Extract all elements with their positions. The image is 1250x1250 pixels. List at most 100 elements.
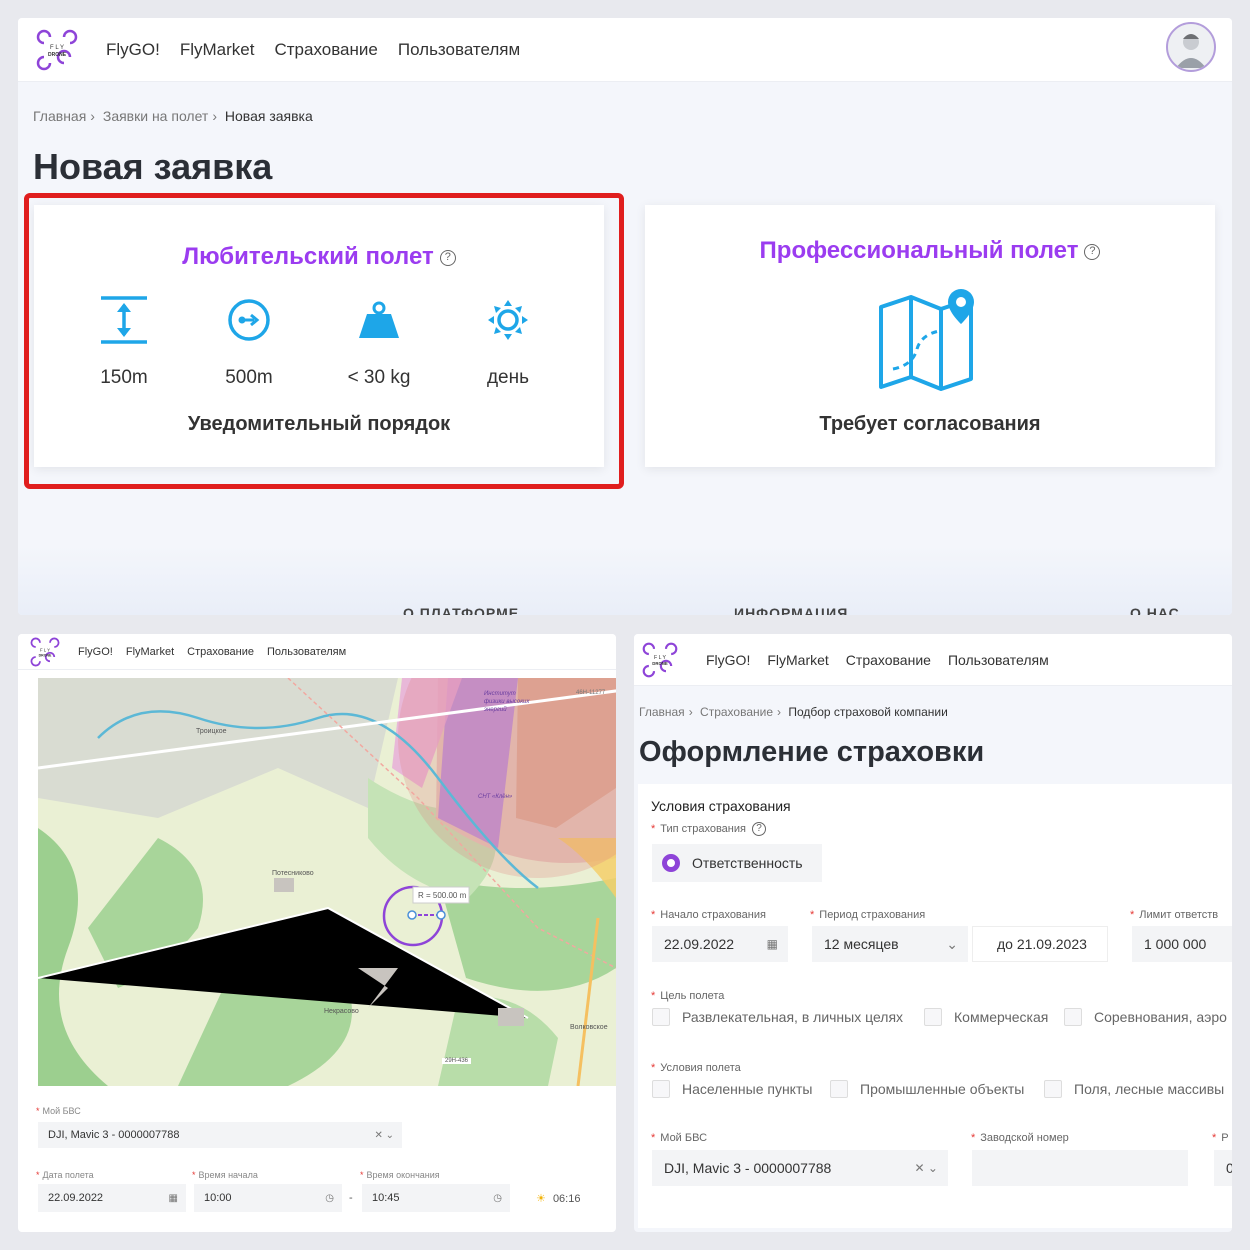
user-avatar[interactable]	[1166, 22, 1216, 72]
date-label: * Дата полета	[36, 1170, 94, 1180]
insurance-type-label: * Тип страхования?	[651, 822, 766, 836]
calendar-icon[interactable]: ▦	[767, 937, 778, 951]
nav-users[interactable]: Пользователям	[398, 40, 520, 60]
pro-card-heading: Профессиональный полет?	[645, 237, 1215, 265]
flight-zone-map[interactable]: R = 500.00 m Троицкое Потесниково Некрас…	[38, 678, 616, 1086]
crumb-flight-requests[interactable]: Заявки на полет	[103, 108, 208, 124]
road-label-2: 29Н-436	[442, 1058, 472, 1064]
svg-text:F L Y: F L Y	[50, 45, 64, 51]
svg-text:DRONE: DRONE	[39, 653, 52, 657]
breadcrumb: Главная › Страхование › Подбор страховой к…	[639, 705, 948, 719]
extra-value: 0	[1226, 1160, 1232, 1176]
nav-flymarket[interactable]: FlyMarket	[767, 652, 828, 668]
institute-label: Институт физики высоких энергий	[484, 691, 530, 713]
limit-field[interactable]: 1 000 000	[1132, 926, 1232, 962]
start-label: * Начало страхования	[651, 909, 766, 921]
nav-users[interactable]: Пользователям	[267, 646, 346, 658]
main-menu: FlyGO! FlyMarket Страхование Пользовател…	[706, 652, 1049, 668]
nav-flygo[interactable]: FlyGO!	[706, 652, 750, 668]
page-title: Оформление страховки	[639, 736, 985, 768]
serial-field[interactable]	[972, 1150, 1188, 1186]
help-icon[interactable]: ?	[1084, 243, 1101, 260]
flydrone-logo[interactable]: F L Y DRONE	[30, 637, 60, 667]
clock-icon[interactable]: ◷	[325, 1193, 334, 1204]
insurance-screen: F L Y DRONE FlyGO! FlyMarket Страхование…	[634, 634, 1232, 1232]
period-value: 12 месяцев	[824, 936, 899, 952]
place-troitskoye: Троицкое	[196, 728, 227, 735]
approval-required-text: Требует согласования	[819, 413, 1041, 435]
checkbox-icon	[1044, 1080, 1062, 1098]
uav-select[interactable]: DJI, Mavic 3 - 0000007788 ✕ ⌄	[652, 1150, 948, 1186]
nav-flygo[interactable]: FlyGO!	[106, 40, 160, 60]
new-application-screen: F L Y DRONE FlyGO! FlyMarket Страхование…	[18, 18, 1232, 615]
clock-icon[interactable]: ◷	[493, 1193, 502, 1204]
footer-link-about[interactable]: О НАС	[1130, 605, 1180, 615]
professional-flight-card[interactable]: Профессиональный полет? Требует согласов…	[645, 205, 1215, 467]
top-navbar: F L Y DRONE FlyGO! FlyMarket Страхование…	[634, 634, 1232, 686]
main-menu: FlyGO! FlyMarket Страхование Пользовател…	[78, 646, 346, 658]
purpose-commercial-checkbox[interactable]: Коммерческая	[924, 1008, 1048, 1026]
date-value: 22.09.2022	[48, 1192, 104, 1204]
svg-text:F L Y: F L Y	[654, 655, 667, 661]
sunrise-time: 06:16	[552, 1193, 581, 1205]
place-volkovskoye: Волковское	[570, 1024, 608, 1031]
start-time-field[interactable]: 10:00 ◷	[194, 1184, 342, 1212]
conditions-settlements-checkbox[interactable]: Населенные пункты	[652, 1080, 812, 1098]
checkbox-icon	[1064, 1008, 1082, 1026]
top-navbar: F L Y DRONE FlyGO! FlyMarket Страхование…	[18, 18, 1232, 82]
place-potesnikovo: Потесниково	[272, 870, 314, 877]
checkbox-icon	[652, 1008, 670, 1026]
calendar-icon[interactable]: ▦	[169, 1193, 178, 1204]
period-select[interactable]: 12 месяцев ⌄	[812, 926, 968, 962]
svg-text:F L Y: F L Y	[40, 647, 50, 652]
extra-field[interactable]: 0	[1214, 1150, 1232, 1186]
end-time-field[interactable]: 10:45 ◷	[362, 1184, 510, 1212]
crumb-home[interactable]: Главная	[33, 108, 86, 124]
page-title: Новая заявка	[33, 146, 273, 187]
uav-label: * Мой БВС	[36, 1106, 81, 1116]
conditions-fields-checkbox[interactable]: Поля, лесные массивы	[1044, 1080, 1224, 1098]
crumb-home[interactable]: Главная	[639, 705, 685, 719]
nav-insurance[interactable]: Страхование	[187, 646, 254, 658]
flydrone-logo[interactable]: F L Y DRONE	[642, 642, 678, 678]
place-nekrasovo: Некрасово	[324, 1008, 359, 1015]
nav-insurance[interactable]: Страхование	[846, 652, 931, 668]
crumb-current: Новая заявка	[224, 108, 313, 124]
nav-flymarket[interactable]: FlyMarket	[126, 646, 174, 658]
liability-radio[interactable]: Ответственность	[652, 844, 822, 882]
radio-selected-icon	[662, 854, 680, 872]
serial-label: * Заводской номер	[971, 1132, 1069, 1144]
help-icon[interactable]: ?	[751, 822, 766, 836]
uav-label: * Мой БВС	[651, 1132, 708, 1144]
limit-value: 1 000 000	[1144, 936, 1207, 952]
conditions-industrial-checkbox[interactable]: Промышленные объекты	[830, 1080, 1024, 1098]
crumb-insurance[interactable]: Страхование	[700, 705, 773, 719]
uav-value: DJI, Mavic 3 - 0000007788	[664, 1160, 832, 1176]
start-date-field[interactable]: 22.09.2022 ▦	[652, 926, 788, 962]
clear-chevron-icon[interactable]: ✕ ⌄	[374, 1130, 394, 1141]
limit-label: * Лимит ответств	[1130, 909, 1219, 921]
checkbox-icon	[830, 1080, 848, 1098]
nav-users[interactable]: Пользователям	[948, 652, 1049, 668]
uav-select[interactable]: DJI, Mavic 3 - 0000007788 ✕ ⌄	[38, 1122, 402, 1148]
liability-label: Ответственность	[692, 855, 803, 871]
footer-link-info[interactable]: ИНФОРМАЦИЯ	[734, 605, 848, 615]
flydrone-logo[interactable]: F L Y DRONE	[36, 29, 78, 71]
nav-flygo[interactable]: FlyGO!	[78, 646, 113, 658]
footer-link-platform[interactable]: О ПЛАТФОРМЕ	[403, 605, 519, 615]
radius-label: R = 500.00 m	[418, 891, 467, 900]
purpose-competition-checkbox[interactable]: Соревнования, аэро	[1064, 1008, 1227, 1026]
nav-flymarket[interactable]: FlyMarket	[180, 40, 255, 60]
purpose-personal-checkbox[interactable]: Развлекательная, в личных целях	[652, 1008, 903, 1026]
purpose-label: * Цель полета	[651, 990, 725, 1002]
checkbox-icon	[924, 1008, 942, 1026]
start-time-value: 10:00	[204, 1192, 232, 1204]
chevron-down-icon[interactable]: ⌄	[946, 936, 958, 953]
highlight-frame	[24, 193, 624, 489]
road-label-1: 46Н-11277	[576, 690, 606, 696]
insurance-form: Условия страхования * Тип страхования? От…	[638, 784, 1232, 1228]
clear-chevron-icon[interactable]: ✕ ⌄	[915, 1161, 938, 1175]
date-field[interactable]: 22.09.2022 ▦	[38, 1184, 186, 1212]
nav-insurance[interactable]: Страхование	[274, 40, 377, 60]
svg-text:DRONE: DRONE	[652, 661, 668, 666]
